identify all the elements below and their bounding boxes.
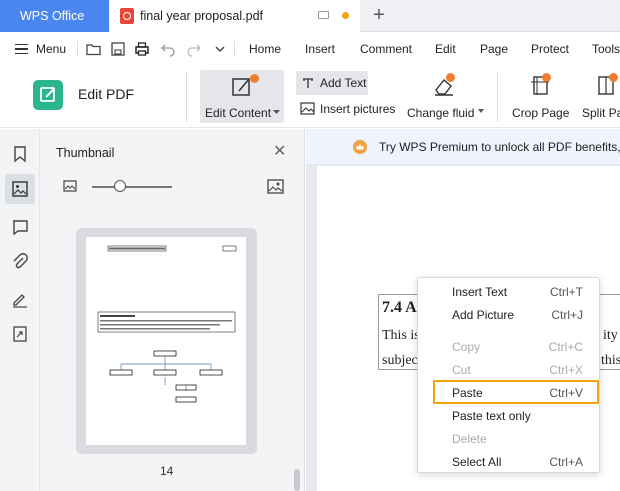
chevron-down-icon[interactable] <box>212 41 228 57</box>
crown-icon <box>353 140 367 154</box>
menu-page[interactable]: Page <box>480 42 508 57</box>
page-thumbnail[interactable] <box>86 237 246 445</box>
undo-icon[interactable] <box>160 41 176 57</box>
menu-home[interactable]: Home <box>249 42 281 57</box>
image-icon <box>300 102 315 115</box>
split-page-label: Split Pa <box>582 106 620 120</box>
paragraph-line[interactable]: this <box>601 353 620 369</box>
add-text-label: Add Text <box>320 76 367 90</box>
change-fluid-label: Change fluid <box>407 106 475 120</box>
tab-wps-office-label: WPS Office <box>20 9 85 23</box>
text-icon <box>303 78 313 88</box>
context-add-picture[interactable]: Add Picture Ctrl+J <box>418 304 601 326</box>
context-paste-text-only[interactable]: Paste text only <box>418 405 601 427</box>
unsaved-dot-icon <box>342 12 349 19</box>
comment-icon[interactable] <box>10 217 30 237</box>
side-icon-strip <box>0 129 40 491</box>
context-copy: Copy Ctrl+C <box>452 340 583 354</box>
divider <box>497 72 498 122</box>
divider <box>77 41 78 57</box>
thumbnail-scrollbar[interactable] <box>294 469 300 491</box>
redo-icon[interactable] <box>186 41 202 57</box>
new-tab-button[interactable]: + <box>368 4 390 26</box>
split-page-button[interactable]: Split Pa <box>578 70 620 122</box>
ribbon-toolbar: Edit PDF Edit Content Add Text Insert pi… <box>0 66 620 128</box>
menu-protect[interactable]: Protect <box>531 42 569 57</box>
premium-badge-icon <box>250 74 259 83</box>
context-cut: Cut Ctrl+X <box>452 363 583 377</box>
file-open-icon[interactable] <box>86 41 102 57</box>
extract-icon[interactable] <box>10 324 30 344</box>
tab-document[interactable]: final year proposal.pdf <box>110 0 360 32</box>
print-icon[interactable] <box>134 41 150 57</box>
divider <box>234 41 235 57</box>
context-select-all[interactable]: Select All Ctrl+A <box>418 451 601 473</box>
attachment-icon[interactable] <box>10 253 30 273</box>
menu-edit[interactable]: Edit <box>435 42 456 57</box>
chevron-down-icon <box>478 109 484 113</box>
premium-badge-icon <box>446 73 455 82</box>
zoom-out-image-icon[interactable] <box>63 180 77 192</box>
menu-insert[interactable]: Insert <box>305 42 335 57</box>
menu-tools[interactable]: Tools <box>592 42 620 57</box>
monitor-icon[interactable] <box>318 11 329 19</box>
change-fluid-button[interactable]: Change fluid <box>404 70 486 122</box>
zoom-slider-track[interactable] <box>92 186 172 188</box>
divider <box>186 72 187 122</box>
paragraph-line[interactable]: subjec <box>382 353 418 369</box>
hamburger-icon[interactable] <box>15 44 28 54</box>
context-paste[interactable]: Paste Ctrl+V <box>418 382 601 404</box>
image-icon <box>12 181 28 197</box>
premium-badge-icon <box>542 73 551 82</box>
tab-wps-office[interactable]: WPS Office <box>0 0 109 32</box>
thumbnail-panel: Thumbnail ✕ 14 <box>40 129 305 491</box>
edit-content-button[interactable]: Edit Content <box>200 70 284 123</box>
edit-pdf-icon <box>33 80 63 110</box>
premium-banner-text: Try WPS Premium to unlock all PDF benefi… <box>379 140 620 154</box>
signature-icon[interactable] <box>10 289 30 309</box>
context-insert-text[interactable]: Insert Text Ctrl+T <box>418 281 601 303</box>
bookmark-icon[interactable] <box>10 144 30 164</box>
zoom-in-image-icon[interactable] <box>267 179 284 194</box>
menu-button[interactable]: Menu <box>36 42 66 57</box>
paragraph-line[interactable]: ity s <box>603 328 620 344</box>
thumbnail-title: Thumbnail <box>56 146 115 160</box>
paragraph-line[interactable]: This is <box>382 328 420 344</box>
edit-content-label: Edit Content <box>205 106 272 120</box>
save-icon[interactable] <box>110 41 126 57</box>
add-text-button[interactable]: Add Text <box>296 71 368 95</box>
thumbnail-tab-active[interactable] <box>5 174 35 204</box>
context-menu: Insert Text Ctrl+T Add Picture Ctrl+J Copy… <box>417 277 600 473</box>
thumbnail-page-number: 14 <box>160 464 174 478</box>
page-thumbnail-preview <box>97 245 237 403</box>
context-delete: Delete <box>452 432 487 446</box>
crop-page-label: Crop Page <box>512 106 570 120</box>
edit-pdf-title: Edit PDF <box>78 86 135 102</box>
tab-bar: WPS Office final year proposal.pdf + <box>0 0 620 32</box>
tab-document-label: final year proposal.pdf <box>140 9 263 23</box>
pdf-file-icon <box>120 8 134 24</box>
chevron-down-icon <box>273 110 280 114</box>
premium-badge-icon <box>609 73 618 82</box>
insert-pictures-label: Insert pictures <box>320 102 396 116</box>
insert-pictures-button[interactable]: Insert pictures <box>298 100 398 120</box>
menu-bar: Menu Home Insert Comment Edit Page Prote… <box>0 32 620 66</box>
crop-page-button[interactable]: Crop Page <box>508 70 570 122</box>
premium-banner[interactable]: Try WPS Premium to unlock all PDF benefi… <box>306 129 620 165</box>
menu-comment[interactable]: Comment <box>360 42 412 57</box>
close-icon[interactable]: ✕ <box>273 141 286 161</box>
zoom-slider-handle[interactable] <box>114 180 126 192</box>
